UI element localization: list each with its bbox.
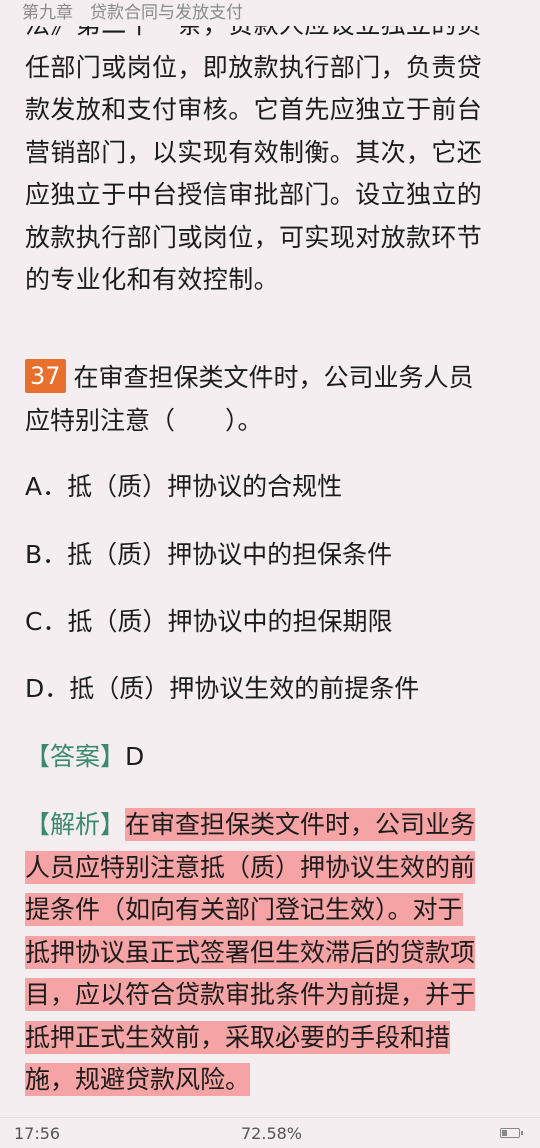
highlighted-text[interactable]: 目，应以符合贷款审批条件为前提，并于 [25,978,476,1011]
reader-header: 第九章 贷款合同与发放支付 [0,0,540,26]
question-37: 37 在审查担保类文件时，公司业务人员 应特别注意（ ）。 [25,356,520,442]
question-stem-line1: 37 在审查担保类文件时，公司业务人员 [25,356,520,399]
analysis-line: 抵押协议虽正式签署但生效滞后的贷款项 [25,932,520,975]
chapter-title: 第九章 贷款合同与发放支付 [22,3,243,23]
analysis-line: 施，规避贷款风险。 [25,1059,520,1102]
analysis-label: 【解析】 [25,810,126,839]
answer-label: 【答案】 [25,742,126,771]
highlighted-text[interactable]: 抵押协议虽正式签署但生效滞后的贷款项 [25,935,476,969]
highlighted-text[interactable]: 施，规避贷款风险。 [25,1063,251,1096]
reader-status-bar: 17:56 72.58% [0,1117,540,1148]
battery-icon [500,1128,523,1138]
previous-paragraph: 法》第二十一条，贷款人应设立独立的负 任部门或岗位，即放款执行部门，负责贷 款发… [25,4,520,302]
analysis-line: 抵押正式生效前，采取必要的手段和措 [25,1017,520,1060]
paragraph-line: 应独立于中台授信审批部门。设立独立的 [25,180,483,209]
battery-level-fill [502,1130,507,1136]
paragraph-line: 放款执行部门或岗位，可实现对放款环节 [25,222,483,252]
question-number-badge: 37 [25,359,66,393]
answer-value: D [125,742,145,771]
question-stem-line2: 应特别注意（ ）。 [25,406,263,435]
answer-row: 【答案】D [25,737,144,777]
option-b: B．抵（质）押协议中的担保条件 [25,540,393,569]
paragraph-line: 任部门或岗位，即放款执行部门，负责贷 [25,52,483,82]
analysis-line: 人员应特别注意抵（质）押协议生效的前 [25,847,520,890]
highlighted-text[interactable]: 抵押正式生效前，采取必要的手段和措 [25,1020,451,1054]
highlighted-text[interactable]: 提条件（如向有关部门登记生效）。对于 [25,893,463,926]
paragraph-line: 的专业化和有效控制。 [25,265,280,294]
question-stem-text: 在审查担保类文件时，公司业务人员 [73,363,474,392]
paragraph-line: 营销部门，以实现有效制衡。其次，它还 [25,137,483,167]
highlighted-text[interactable]: 人员应特别注意抵（质）押协议生效的前 [25,850,476,884]
option-a: A．抵（质）押协议的合规性 [25,472,343,501]
option-c: C．抵（质）押协议中的担保期限 [25,607,393,636]
reading-progress: 72.58% [241,1124,303,1143]
paragraph-line: 款发放和支付审核。它首先应独立于前台 [25,95,483,124]
option-d: D．抵（质）押协议生效的前提条件 [25,674,420,703]
clock-time: 17:56 [14,1124,61,1143]
analysis-block: 【解析】在审查担保类文件时，公司业务 人员应特别注意抵（质）押协议生效的前 提条… [25,804,520,1102]
analysis-line: 目，应以符合贷款审批条件为前提，并于 [25,974,520,1017]
highlighted-text[interactable]: 在审查担保类文件时，公司业务 [125,808,476,841]
analysis-line: 【解析】在审查担保类文件时，公司业务 [25,804,520,847]
analysis-line: 提条件（如向有关部门登记生效）。对于 [25,889,520,932]
